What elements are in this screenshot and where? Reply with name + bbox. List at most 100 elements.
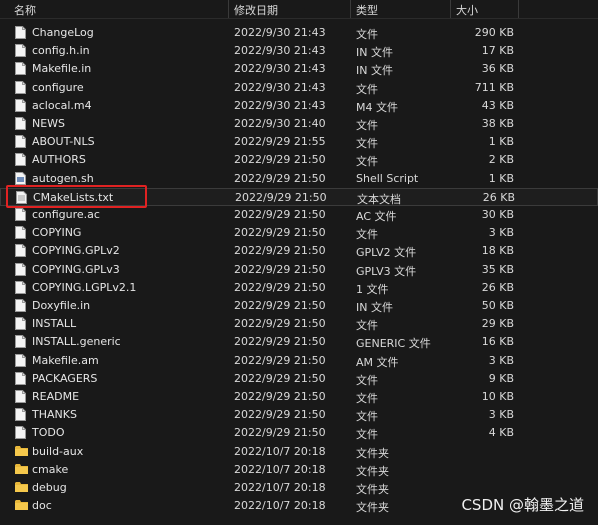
file-row[interactable]: COPYING.GPLv3 2022/9/29 21:50 GPLV3 文件 35 K… (0, 261, 598, 279)
file-row[interactable]: INSTALL.generic 2022/9/29 21:50 GENERIC 文件… (0, 333, 598, 351)
file-type: 文件 (356, 137, 378, 151)
file-type: IN 文件 (356, 301, 393, 314)
file-icon (15, 280, 27, 295)
file-name: COPYING (32, 226, 82, 240)
file-type: 文件 (356, 392, 378, 405)
file-row[interactable]: INSTALL 2022/9/29 21:50 文件 29 KB (0, 315, 598, 333)
file-name: PACKAGERS (32, 371, 98, 385)
file-type: 1 文件 (356, 282, 389, 296)
watermark: CSDN @翰墨之道 (461, 496, 584, 514)
file-type: 文件 (356, 228, 378, 242)
file-name: ChangeLog (32, 26, 94, 39)
file-row[interactable]: AUTHORS 2022/9/29 21:50 文件 2 KB (0, 151, 598, 169)
file-row[interactable]: Doxyfile.in 2022/9/29 21:50 IN 文件 50 KB (0, 297, 598, 315)
file-size: 35 KB (481, 262, 514, 276)
file-size: 38 KB (481, 117, 514, 130)
file-row[interactable]: ABOUT-NLS 2022/9/29 21:55 文件 1 KB (0, 133, 598, 151)
file-type: 文本文档 (357, 192, 401, 206)
file-type: GENERIC 文件 (356, 337, 431, 351)
file-icon (15, 353, 27, 368)
file-size: 36 KB (481, 62, 514, 76)
folder-row[interactable]: cmake 2022/10/7 20:18 文件夹 (0, 461, 598, 479)
column-divider[interactable] (228, 0, 229, 18)
file-icon (15, 44, 27, 58)
modified-date: 2022/9/29 21:50 (234, 280, 326, 294)
file-type: 文件夹 (356, 501, 389, 515)
file-size (450, 463, 514, 479)
modified-date: 2022/10/7 20:18 (234, 444, 326, 458)
modified-date: 2022/9/30 21:40 (234, 117, 326, 130)
modified-date: 2022/9/29 21:50 (234, 244, 326, 258)
file-size: 3 KB (488, 226, 514, 240)
modified-date: 2022/9/29 21:50 (234, 353, 326, 367)
file-type: 文件夹 (356, 464, 389, 478)
file-name: COPYING.GPLv3 (32, 262, 120, 276)
column-header-bar: 名称 修改日期 类型 大小 (0, 0, 598, 19)
modified-date: 2022/9/29 21:50 (234, 371, 326, 385)
file-row[interactable]: config.h.in 2022/9/30 21:43 IN 文件 17 KB (0, 42, 598, 60)
file-row[interactable]: NEWS 2022/9/30 21:40 文件 38 KB (0, 115, 598, 133)
folder-row[interactable]: build-aux 2022/10/7 20:18 文件夹 (0, 443, 598, 461)
modified-date: 2022/10/7 20:18 (234, 462, 326, 476)
file-type: GPLV2 文件 (356, 246, 417, 260)
file-size: 290 KB (474, 26, 514, 39)
file-icon (15, 226, 27, 240)
file-type: 文件 (356, 319, 378, 333)
file-size: 10 KB (481, 390, 514, 403)
file-icon (15, 244, 27, 258)
file-row[interactable]: configure 2022/9/30 21:43 文件 711 KB (0, 79, 598, 97)
file-name: COPYING.LGPLv2.1 (32, 280, 137, 294)
file-row[interactable]: ChangeLog 2022/9/30 21:43 文件 290 KB (0, 24, 598, 42)
folder-icon (15, 481, 28, 495)
file-type: 文件 (356, 373, 378, 387)
column-divider[interactable] (450, 0, 451, 18)
file-type: 文件夹 (356, 446, 389, 460)
file-size: 2 KB (488, 153, 514, 167)
file-name: config.h.in (32, 44, 90, 58)
file-row[interactable]: aclocal.m4 2022/9/30 21:43 M4 文件 43 KB (0, 97, 598, 115)
column-header-type[interactable]: 类型 (356, 2, 378, 18)
modified-date: 2022/10/7 20:18 (234, 481, 326, 494)
column-divider[interactable] (350, 0, 351, 18)
file-type: IN 文件 (356, 64, 393, 78)
file-row[interactable]: COPYING.GPLv2 2022/9/29 21:50 GPLV2 文件 18 K… (0, 242, 598, 260)
file-size: 50 KB (481, 299, 514, 312)
file-row[interactable]: configure.ac 2022/9/29 21:50 AC 文件 30 KB (0, 206, 598, 224)
file-name: ABOUT-NLS (32, 135, 95, 149)
file-icon (15, 80, 27, 95)
file-icon (15, 208, 27, 222)
file-row[interactable]: COPYING 2022/9/29 21:50 文件 3 KB (0, 224, 598, 242)
file-size: 711 KB (474, 80, 514, 94)
file-type: IN 文件 (356, 46, 393, 60)
folder-icon (15, 463, 28, 477)
file-icon (15, 153, 27, 167)
file-size: 26 KB (481, 280, 514, 294)
file-row[interactable]: README 2022/9/29 21:50 文件 10 KB (0, 388, 598, 406)
file-row[interactable]: PACKAGERS 2022/9/29 21:50 文件 9 KB (0, 370, 598, 388)
file-name: INSTALL.generic (32, 335, 121, 349)
file-row[interactable]: THANKS 2022/9/29 21:50 文件 3 KB (0, 406, 598, 424)
file-row[interactable]: Makefile.in 2022/9/30 21:43 IN 文件 36 KB (0, 60, 598, 78)
file-icon (15, 317, 27, 331)
file-row[interactable]: Makefile.am 2022/9/29 21:50 AM 文件 3 KB (0, 352, 598, 370)
column-header-name[interactable]: 名称 (14, 2, 36, 18)
file-type: 文件 (356, 155, 378, 169)
file-type: 文件 (356, 28, 378, 41)
column-header-date[interactable]: 修改日期 (234, 2, 278, 18)
file-row[interactable]: COPYING.LGPLv2.1 2022/9/29 21:50 1 文件 26 KB (0, 279, 598, 297)
modified-date: 2022/9/30 21:43 (234, 26, 326, 39)
file-type: GPLV3 文件 (356, 264, 417, 278)
file-name: Makefile.am (32, 353, 99, 367)
modified-date: 2022/9/30 21:43 (234, 44, 326, 58)
file-row[interactable]: TODO 2022/9/29 21:50 文件 4 KB (0, 424, 598, 442)
file-icon (15, 335, 27, 349)
folder-icon (15, 499, 28, 513)
file-name: COPYING.GPLv2 (32, 244, 120, 258)
column-divider[interactable] (518, 0, 519, 18)
column-header-size[interactable]: 大小 (456, 2, 478, 18)
script-file-icon (15, 171, 27, 186)
file-type: 文件 (356, 428, 378, 442)
modified-date: 2022/9/29 21:50 (234, 390, 326, 403)
highlight-box (6, 185, 147, 208)
file-name: configure.ac (32, 208, 100, 221)
